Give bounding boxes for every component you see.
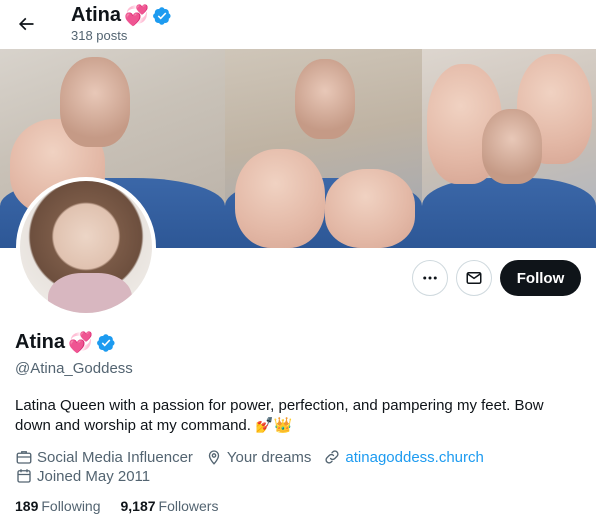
avatar[interactable] — [16, 177, 156, 317]
follow-button[interactable]: Follow — [500, 260, 581, 296]
user-handle: @Atina_Goddess — [15, 360, 133, 377]
profile-meta-joined: Joined May 2011 — [15, 466, 162, 486]
banner-panel — [225, 49, 422, 248]
following-link[interactable]: 189 Following — [15, 498, 101, 514]
following-count: 189 — [15, 498, 39, 514]
message-button[interactable] — [456, 260, 492, 296]
profile-meta: Social Media Influencer Your dreams atin… — [15, 447, 496, 467]
briefcase-icon — [16, 451, 32, 464]
location-text: Your dreams — [226, 448, 312, 466]
banner-jeans — [422, 178, 596, 248]
display-name-emoji: 💞 — [68, 332, 93, 354]
more-button[interactable] — [412, 260, 448, 296]
map-pin-icon — [208, 450, 220, 465]
banner-foot — [235, 149, 325, 248]
verified-badge-icon[interactable] — [96, 333, 116, 353]
followers-count: 9,187 — [120, 498, 156, 514]
link-icon — [325, 450, 339, 464]
profile-bio: Latina Queen with a passion for power, p… — [15, 397, 544, 434]
arrow-left-icon — [18, 17, 34, 31]
header-name-emoji: 💞 — [124, 5, 149, 27]
banner-face — [295, 59, 355, 139]
category-text: Social Media Influencer — [37, 448, 193, 466]
display-name: Atina 💞 — [15, 330, 116, 355]
avatar-shoulders — [48, 273, 132, 313]
followers-label: Followers — [158, 498, 219, 514]
follow-counts: 189 Following 9,187 Followers — [15, 498, 218, 514]
header-name-text: Atina — [71, 4, 121, 26]
envelope-icon — [466, 272, 482, 284]
category-item: Social Media Influencer — [15, 448, 193, 466]
website-item[interactable]: atinagoddess.church — [323, 448, 484, 466]
more-horizontal-icon — [423, 276, 437, 280]
followers-link[interactable]: 9,187 Followers — [121, 498, 219, 514]
joined-item: Joined May 2011 — [15, 467, 150, 485]
website-link[interactable]: atinagoddess.church — [345, 449, 483, 466]
location-item: Your dreams — [205, 448, 312, 466]
joined-text: Joined May 2011 — [37, 467, 151, 485]
calendar-icon — [17, 469, 31, 483]
verified-badge-icon[interactable] — [152, 6, 172, 26]
top-bar: Atina 💞 318 posts — [0, 0, 596, 49]
back-button[interactable] — [9, 7, 43, 41]
banner-face — [482, 109, 542, 184]
banner-panel — [422, 49, 596, 248]
banner-foot — [325, 169, 415, 248]
post-count: 318 posts — [71, 28, 128, 43]
display-name-text: Atina — [15, 331, 65, 353]
banner-face — [60, 57, 130, 147]
following-label: Following — [41, 498, 101, 514]
header-name: Atina 💞 — [71, 3, 172, 28]
